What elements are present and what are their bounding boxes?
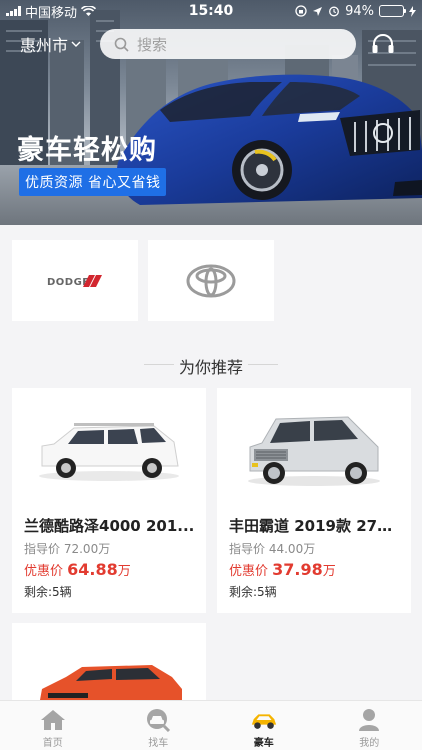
car-card[interactable]: 丰田霸道 2019款 270... 指导价 44.00万 优惠价 37.98万 … xyxy=(217,388,411,613)
alarm-icon xyxy=(329,6,340,17)
carrier-label: 中国移动 xyxy=(25,5,78,21)
orientation-lock-icon xyxy=(295,5,307,17)
hero-banner[interactable]: 中国移动 15:40 94% 惠州市 搜索 豪车轻松购 优质资源 省心又省钱 xyxy=(0,0,422,225)
banner-tagline: 优质资源 省心又省钱 xyxy=(19,168,167,196)
customer-service-button[interactable] xyxy=(370,31,396,57)
signal-icon xyxy=(6,6,21,16)
svg-text:DODGE: DODGE xyxy=(47,277,90,288)
sale-price: 优惠价 64.88万 xyxy=(24,560,131,579)
city-label: 惠州市 xyxy=(20,36,69,55)
luxury-car-icon xyxy=(251,714,276,729)
section-title: 为你推荐 xyxy=(178,358,243,377)
car-image xyxy=(248,416,380,486)
battery-icon xyxy=(379,5,406,17)
profile-icon xyxy=(359,709,380,731)
tab-luxury-car[interactable]: 豪车 xyxy=(211,701,317,750)
tab-label: 首页 xyxy=(42,738,63,749)
search-input[interactable]: 搜索 xyxy=(100,29,356,59)
tab-label: 豪车 xyxy=(253,738,274,749)
brand-card-toyota[interactable] xyxy=(148,240,274,321)
city-selector[interactable]: 惠州市 xyxy=(20,32,100,56)
tab-profile[interactable]: 我的 xyxy=(317,701,422,750)
tab-find-car[interactable]: 找车 xyxy=(106,701,212,750)
search-icon xyxy=(114,37,129,52)
car-image xyxy=(40,665,182,700)
headset-icon xyxy=(372,34,394,53)
wifi-icon xyxy=(81,5,97,16)
charging-icon xyxy=(409,5,416,17)
sale-price: 优惠价 37.98万 xyxy=(229,560,336,579)
battery-percent: 94% xyxy=(345,3,374,19)
home-icon xyxy=(40,710,65,730)
stock-count: 剩余:5辆 xyxy=(24,585,72,599)
car-card[interactable] xyxy=(12,623,206,700)
find-car-icon xyxy=(147,709,171,732)
car-name: 丰田霸道 2019款 270... xyxy=(229,517,401,535)
guide-price: 指导价 44.00万 xyxy=(229,542,316,556)
brand-card-dodge[interactable]: DODGE xyxy=(12,240,138,321)
search-placeholder: 搜索 xyxy=(137,35,168,54)
toyota-logo xyxy=(186,264,236,297)
location-icon xyxy=(313,6,323,16)
chevron-down-icon xyxy=(71,41,81,47)
tab-home[interactable]: 首页 xyxy=(0,701,106,750)
tab-label: 找车 xyxy=(148,738,169,749)
tab-bar: 首页 找车 豪车 我的 xyxy=(0,700,422,750)
car-name: 兰德酷路泽4000 201... xyxy=(24,517,195,535)
clock: 15:40 xyxy=(188,3,234,19)
banner-title: 豪车轻松购 xyxy=(17,135,157,166)
car-card[interactable]: 兰德酷路泽4000 201... 指导价 72.00万 优惠价 64.88万 剩… xyxy=(12,388,206,613)
section-divider-right xyxy=(248,364,278,365)
guide-price: 指导价 72.00万 xyxy=(24,542,111,556)
tab-label: 我的 xyxy=(359,738,380,749)
car-image xyxy=(39,423,179,481)
stock-count: 剩余:5辆 xyxy=(229,585,277,599)
dodge-logo: DODGE xyxy=(47,274,102,288)
status-bar: 中国移动 15:40 94% xyxy=(0,0,422,22)
brand-list: DODGE xyxy=(0,225,422,335)
